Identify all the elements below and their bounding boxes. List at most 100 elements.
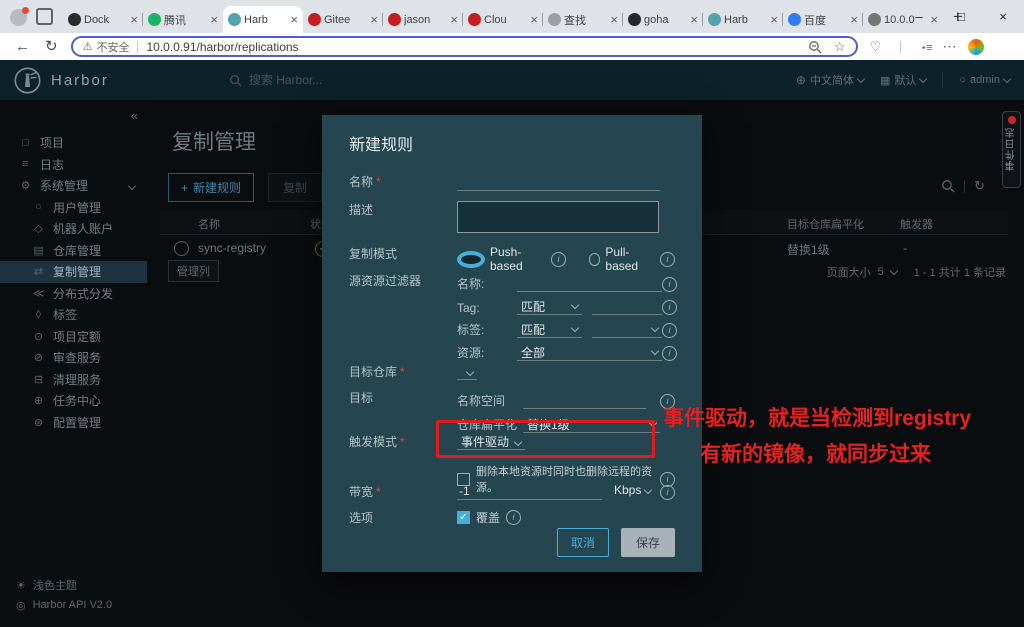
search-input[interactable]	[247, 72, 471, 88]
info-icon[interactable]	[662, 277, 677, 292]
more-menu-icon[interactable]	[943, 38, 957, 56]
close-button[interactable]: ×	[982, 0, 1024, 33]
language-menu[interactable]: 中文简体	[796, 72, 864, 88]
push-based-radio[interactable]	[457, 251, 485, 268]
browser-essentials-icon[interactable]	[870, 38, 882, 56]
info-icon[interactable]	[660, 485, 675, 500]
override-checkbox[interactable]	[457, 511, 470, 524]
table-search-icon[interactable]	[941, 179, 955, 193]
label-match-select[interactable]: 匹配	[517, 321, 582, 338]
bandwidth-input[interactable]	[457, 483, 602, 500]
tab-close-icon[interactable]: ×	[130, 13, 138, 26]
tab-search[interactable]: 查找 ×	[543, 6, 623, 33]
tab-close-icon[interactable]: ×	[370, 13, 378, 26]
tab-title: Gitee	[324, 14, 367, 26]
pull-based-radio[interactable]	[589, 253, 601, 266]
tab-cloud[interactable]: Clou ×	[463, 6, 543, 33]
sidebar-item-projects[interactable]: □项目	[0, 132, 147, 154]
sidebar-item-registries[interactable]: ▤仓库管理	[0, 240, 147, 262]
description-textarea[interactable]	[457, 201, 659, 233]
tab-actions-icon[interactable]	[36, 8, 53, 25]
tab-title: Clou	[484, 14, 527, 26]
info-icon[interactable]	[551, 252, 566, 267]
tab-close-icon[interactable]: ×	[290, 13, 298, 26]
sidebar-item-system[interactable]: ⚙系统管理	[0, 175, 147, 197]
maximize-button[interactable]: □	[940, 0, 982, 33]
tab-harbor2[interactable]: Harb ×	[703, 6, 783, 33]
new-rule-button[interactable]: +新建规则	[168, 173, 254, 202]
tab-baidu[interactable]: 百度 ×	[783, 6, 863, 33]
sidebar-item-labels[interactable]: ◊标签	[0, 304, 147, 326]
bandwidth-unit-select[interactable]: Kbps	[610, 483, 655, 500]
row-radio[interactable]	[174, 241, 189, 256]
cancel-button[interactable]: 取消	[557, 528, 609, 557]
theme-toggle[interactable]: 浅色主题	[0, 575, 147, 595]
replicate-button[interactable]: 复制	[268, 173, 322, 202]
sidebar-item-logs[interactable]: ≡日志	[0, 154, 147, 176]
not-secure-warning-icon	[83, 40, 93, 53]
minimize-button[interactable]: –	[898, 0, 940, 33]
label-value-select[interactable]	[592, 321, 662, 338]
tab-tencent[interactable]: 腾讯 ×	[143, 6, 223, 33]
table-refresh-icon[interactable]: ↻	[974, 178, 985, 194]
tab-close-icon[interactable]: ×	[770, 13, 778, 26]
sidebar-item-robot-accounts[interactable]: ◇机器人账户	[0, 218, 147, 240]
info-icon[interactable]	[506, 510, 521, 525]
info-icon[interactable]	[662, 346, 677, 361]
column-name[interactable]: 名称	[198, 216, 220, 232]
rule-name-input[interactable]	[457, 174, 660, 191]
api-link[interactable]: Harbor API V2.0	[0, 595, 147, 615]
theme-menu[interactable]: 默认	[880, 72, 926, 88]
tab-jason[interactable]: jason ×	[383, 6, 463, 33]
sidebar-item-job-center[interactable]: ⊕任务中心	[0, 390, 147, 412]
tab-gitee[interactable]: Gitee ×	[303, 6, 383, 33]
resource-select[interactable]: 全部	[517, 344, 662, 361]
url-field[interactable]: 不安全 10.0.0.91/harbor/replications	[71, 36, 858, 57]
filter-name-input[interactable]	[521, 275, 646, 292]
collections-icon[interactable]	[920, 38, 931, 56]
global-search[interactable]	[229, 72, 471, 88]
tag-match-select[interactable]: 匹配	[517, 298, 582, 315]
manage-columns-button[interactable]: 管理列	[168, 260, 219, 282]
flatten-cell: 替换1级	[787, 241, 830, 258]
sidebar-item-configuration[interactable]: ⊛配置管理	[0, 412, 147, 434]
event-log-side-tab[interactable]: 事件日志	[1002, 111, 1021, 188]
sidebar-item-gc[interactable]: ⊟清理服务	[0, 369, 147, 391]
zoom-out-icon[interactable]	[808, 40, 822, 54]
save-button[interactable]: 保存	[621, 528, 675, 557]
required-mark: *	[400, 435, 405, 449]
tab-close-icon[interactable]: ×	[210, 13, 218, 26]
tab-harbor-active[interactable]: Harb ×	[223, 6, 303, 33]
sidebar-item-label: 用户管理	[53, 199, 101, 216]
sidebar-item-replications[interactable]: ⇄复制管理	[0, 261, 147, 283]
user-menu[interactable]: admin	[959, 74, 1010, 86]
sidebar-item-users[interactable]: ○用户管理	[0, 197, 147, 219]
tab-close-icon[interactable]: ×	[690, 13, 698, 26]
sidebar-item-interrogation[interactable]: ⊘审查服务	[0, 347, 147, 369]
info-icon[interactable]	[662, 300, 677, 315]
tab-title: Harb	[724, 14, 767, 26]
info-icon[interactable]	[660, 252, 675, 267]
tab-github[interactable]: goha ×	[623, 6, 703, 33]
sidebar-collapse-icon[interactable]: «	[131, 108, 138, 123]
tab-docker[interactable]: Dock ×	[63, 6, 143, 33]
copilot-icon[interactable]	[968, 39, 984, 55]
tab-close-icon[interactable]: ×	[450, 13, 458, 26]
tab-close-icon[interactable]: ×	[530, 13, 538, 26]
column-trigger[interactable]: 触发器	[900, 216, 933, 232]
browser-profile-icon[interactable]	[10, 9, 27, 26]
info-icon[interactable]	[662, 323, 677, 338]
annotation-text-line1: 事件驱动，就是当检测到registry	[663, 402, 971, 432]
favorite-star-icon[interactable]	[834, 39, 846, 55]
page-size-select[interactable]: 5	[878, 266, 884, 278]
tab-close-icon[interactable]: ×	[850, 13, 858, 26]
sidebar-item-quotas[interactable]: ⊙项目定额	[0, 326, 147, 348]
sidebar-item-distribution[interactable]: ≪分布式分发	[0, 283, 147, 305]
tab-close-icon[interactable]: ×	[610, 13, 618, 26]
namespace-input[interactable]	[527, 392, 630, 409]
filter-tag-input[interactable]	[596, 298, 646, 315]
back-icon[interactable]	[15, 39, 30, 54]
refresh-icon[interactable]	[45, 39, 58, 54]
dest-registry-select[interactable]	[457, 365, 477, 380]
column-flatten[interactable]: 目标仓库扁平化	[787, 216, 864, 232]
